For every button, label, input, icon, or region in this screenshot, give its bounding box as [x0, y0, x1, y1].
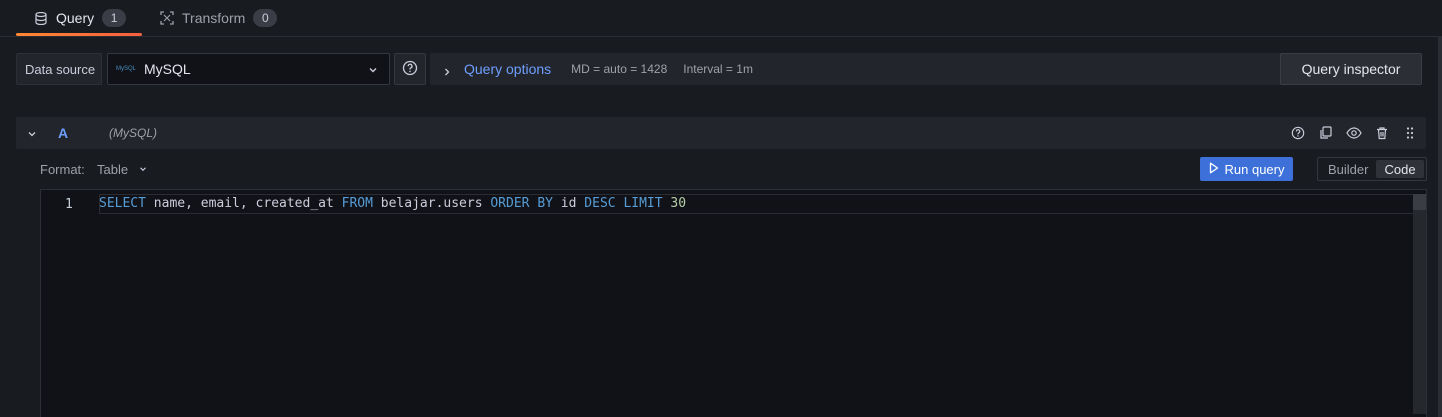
- collapse-chevron-icon[interactable]: [26, 127, 38, 139]
- help-icon[interactable]: [1290, 125, 1306, 141]
- transform-icon: [160, 11, 174, 25]
- query-options-toggle[interactable]: Query options MD = auto = 1428 Interval …: [430, 53, 1290, 85]
- tab-query[interactable]: Query 1: [16, 0, 143, 36]
- query-options-maxdatapoints: MD = auto = 1428: [571, 62, 668, 76]
- scrollbar-thumb[interactable]: [1413, 194, 1426, 210]
- query-editor-panel: Data source MySQL MySQL Query options MD…: [0, 37, 1442, 417]
- query-datasource-name: (MySQL): [109, 126, 157, 140]
- sql-text: belajar.users: [372, 196, 491, 211]
- sql-number: 30: [670, 196, 687, 211]
- sql-code-line[interactable]: SELECT name, email, created_at FROM bela…: [99, 196, 686, 211]
- tab-transform[interactable]: Transform 0: [160, 0, 278, 36]
- query-row-header: A (MySQL): [16, 117, 1426, 149]
- sql-text: id: [552, 196, 585, 211]
- editor-tabbar: Query 1 Transform 0: [0, 0, 1442, 37]
- query-row-actions: [1290, 125, 1418, 141]
- format-select[interactable]: Table: [97, 156, 148, 182]
- datasource-name: MySQL: [144, 61, 191, 77]
- tab-transform-label: Transform: [182, 10, 246, 26]
- editor-scrollbar[interactable]: [1413, 194, 1426, 414]
- sql-keyword: SELECT: [99, 196, 146, 211]
- chevron-down-icon: [138, 162, 148, 177]
- drag-handle-icon[interactable]: [1402, 125, 1418, 141]
- run-query-button[interactable]: Run query: [1200, 157, 1293, 181]
- query-options-title: Query options: [464, 61, 552, 77]
- query-inspector-button[interactable]: Query inspector: [1280, 53, 1422, 85]
- datasource-label: Data source: [16, 53, 102, 85]
- chevron-right-icon: [442, 64, 452, 76]
- play-icon: [1209, 162, 1219, 177]
- sql-text: name, email, created_at: [145, 196, 342, 211]
- datasource-picker[interactable]: MySQL MySQL: [107, 53, 390, 85]
- line-number: 1: [65, 197, 73, 212]
- datasource-help-button[interactable]: [394, 53, 426, 85]
- sql-keyword: LIMIT: [623, 196, 663, 211]
- query-ref-id[interactable]: A: [58, 125, 68, 141]
- query-options-interval: Interval = 1m: [683, 62, 753, 76]
- run-query-label: Run query: [1224, 161, 1285, 177]
- sql-keyword: DESC: [584, 196, 616, 211]
- tab-query-count: 1: [102, 9, 127, 27]
- active-tab-indicator: [16, 33, 143, 36]
- trash-icon[interactable]: [1374, 125, 1390, 141]
- format-value: Table: [97, 161, 129, 177]
- database-icon: [34, 11, 48, 25]
- mysql-logo: MySQL: [116, 66, 137, 72]
- sql-keyword: FROM: [341, 196, 373, 211]
- help-icon: [402, 60, 418, 79]
- tab-query-label: Query: [56, 10, 95, 26]
- chevron-down-icon: [367, 63, 379, 75]
- editor-mode-toggle: Builder Code: [1317, 157, 1427, 181]
- eye-icon[interactable]: [1346, 125, 1362, 141]
- page-scrollbar[interactable]: [1438, 37, 1442, 417]
- sql-keyword: ORDER BY: [490, 196, 553, 211]
- mode-builder[interactable]: Builder: [1320, 160, 1376, 178]
- format-label: Format:: [40, 162, 85, 177]
- duplicate-icon[interactable]: [1318, 125, 1334, 141]
- mode-code[interactable]: Code: [1376, 160, 1424, 178]
- tab-transform-count: 0: [253, 9, 278, 27]
- sql-code-editor[interactable]: 1 SELECT name, email, created_at FROM be…: [40, 189, 1427, 417]
